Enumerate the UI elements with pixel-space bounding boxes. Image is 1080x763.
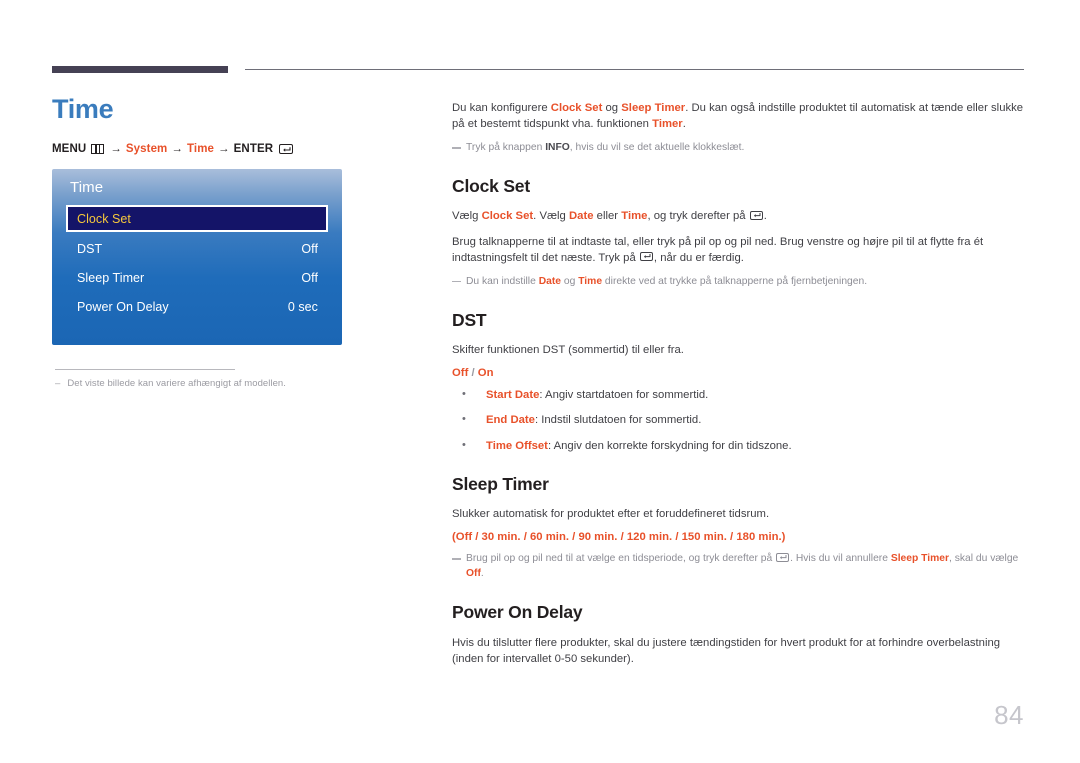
clock-set-p1-a: Vælg xyxy=(452,210,482,223)
page-number: 84 xyxy=(994,700,1024,730)
menu-path-arrow-1: → xyxy=(110,143,122,155)
left-note-text: Det viste billede kan variere afhængigt … xyxy=(67,378,286,389)
osd-row-sleep-timer[interactable]: Sleep Timer Off xyxy=(66,263,328,292)
intro-note-c: , hvis du vil se det aktuelle klokkeslæt… xyxy=(569,142,745,154)
intro-paragraph: Du kan konfigurere Clock Set og Sleep Ti… xyxy=(452,100,1024,132)
list-item: End Date: Indstil slutdatoen for sommert… xyxy=(452,412,1024,428)
clock-set-note-term-date: Date xyxy=(538,275,562,287)
dst-bullet-term-start-date: Start Date xyxy=(486,389,540,402)
menu-path-step-time: Time xyxy=(187,143,215,155)
menu-path-arrow-3: → xyxy=(218,143,230,155)
enter-key-icon xyxy=(279,144,294,154)
dst-options: Off / On xyxy=(452,367,1024,379)
enter-key-icon xyxy=(776,552,790,562)
menu-path-step-system: System xyxy=(125,143,168,155)
clock-set-term-clock-set: Clock Set xyxy=(481,210,534,223)
osd-value-power-on-delay: 0 sec xyxy=(287,299,318,314)
clock-set-p1-d: , og tryk derefter på xyxy=(647,210,749,223)
section-heading-power-on-delay: Power On Delay xyxy=(452,602,583,623)
osd-row-dst[interactable]: DST Off xyxy=(66,234,328,263)
intro-text-b: og xyxy=(602,102,622,114)
left-column: Time MENU → System → Time → ENTER Time C… xyxy=(52,96,352,389)
menu-path-menu-label: MENU xyxy=(52,143,87,155)
menu-path-breadcrumb: MENU → System → Time → ENTER xyxy=(52,143,352,155)
intro-term-timer: Timer xyxy=(652,118,683,131)
osd-row-clock-set[interactable]: Clock Set xyxy=(66,205,328,232)
intro-term-clock-set: Clock Set xyxy=(550,102,603,114)
dst-paragraph: Skifter funktionen DST (sommertid) til e… xyxy=(452,344,684,356)
osd-label-sleep-timer: Sleep Timer xyxy=(77,270,145,285)
dst-option-on: On xyxy=(477,367,494,380)
intro-text-a: Du kan konfigurere xyxy=(452,102,551,114)
sleep-timer-options: (Off / 30 min. / 60 min. / 90 min. / 120… xyxy=(452,531,786,544)
osd-value-dst: Off xyxy=(301,241,318,256)
enter-key-icon xyxy=(749,210,763,220)
clock-set-paragraph-2: Brug talknapperne til at indtaste tal, e… xyxy=(452,234,1024,266)
power-on-delay-paragraph: Hvis du tilslutter flere produkter, skal… xyxy=(452,636,1001,665)
osd-value-sleep-timer: Off xyxy=(301,270,318,285)
clock-set-p1-e: . xyxy=(763,210,767,223)
header-rule-thick xyxy=(52,66,228,73)
list-item: Start Date: Angiv startdatoen for sommer… xyxy=(452,387,1024,403)
section-heading-sleep-timer: Sleep Timer xyxy=(452,473,549,494)
left-note-divider xyxy=(55,369,235,370)
dst-bullet-term-time-offset: Time Offset xyxy=(486,439,548,452)
osd-panel: Time Clock Set DST Off Sleep Timer Off P… xyxy=(52,169,342,345)
enter-key-icon xyxy=(639,252,653,262)
intro-note: Tryk på knappen INFO, hvis du vil se det… xyxy=(452,141,1024,156)
page-header-rules xyxy=(52,66,1024,76)
dst-option-off: Off xyxy=(452,367,469,380)
dst-bullet-desc-end-date: : Indstil slutdatoen for sommertid. xyxy=(534,414,702,427)
sleep-timer-paragraph: Slukker automatisk for produktet efter e… xyxy=(452,508,770,521)
clock-set-note-c: direkte ved at trykke på talknapperne på… xyxy=(602,275,868,287)
menu-path-enter-label: ENTER xyxy=(233,143,274,155)
osd-row-power-on-delay[interactable]: Power On Delay 0 sec xyxy=(66,292,328,321)
intro-note-term-info: INFO xyxy=(545,142,570,154)
clock-set-note: Du kan indstille Date og Time direkte ve… xyxy=(452,275,1024,290)
sleep-timer-note-term: Sleep Timer xyxy=(890,553,950,565)
osd-label-power-on-delay: Power On Delay xyxy=(77,299,169,314)
clock-set-term-date: Date xyxy=(569,210,594,223)
section-heading-clock-set: Clock Set xyxy=(452,175,530,196)
left-note-dash: – xyxy=(55,378,61,389)
right-column: Du kan konfigurere Clock Set og Sleep Ti… xyxy=(452,100,1024,676)
clock-set-p2-b: , når du er færdig. xyxy=(653,251,744,264)
menu-path-arrow-2: → xyxy=(171,143,183,155)
sleep-timer-note-c: , skal du vælge xyxy=(949,553,1019,565)
sleep-timer-note-d: . xyxy=(480,568,484,580)
clock-set-note-a: Du kan indstille xyxy=(466,275,539,287)
dst-bullet-term-end-date: End Date xyxy=(486,414,535,427)
dst-bullet-desc-time-offset: : Angiv den korrekte forskydning for din… xyxy=(547,439,792,452)
intro-term-sleep-timer: Sleep Timer xyxy=(621,102,686,114)
clock-set-note-b: og xyxy=(561,275,579,287)
clock-set-term-time: Time xyxy=(621,210,648,223)
intro-text-d: . xyxy=(682,118,686,131)
clock-set-note-term-time: Time xyxy=(578,275,603,287)
osd-panel-title: Time xyxy=(70,179,104,196)
sleep-timer-note-a: Brug pil op og pil ned til at vælge en t… xyxy=(466,553,776,565)
left-note: – Det viste billede kan variere afhængig… xyxy=(52,378,352,389)
page-title: Time xyxy=(52,94,114,124)
sleep-timer-note: Brug pil op og pil ned til at vælge en t… xyxy=(452,552,1024,582)
list-item: Time Offset: Angiv den korrekte forskydn… xyxy=(452,438,1024,454)
section-heading-dst: DST xyxy=(452,309,487,330)
header-rule-thin xyxy=(245,69,1024,70)
clock-set-p1-b: . Vælg xyxy=(533,210,569,223)
sleep-timer-note-term-off: Off xyxy=(466,568,481,580)
clock-set-p1-c: eller xyxy=(593,210,622,223)
menu-grid-icon xyxy=(91,144,105,154)
sleep-timer-note-b: . Hvis du vil annullere xyxy=(790,553,891,565)
dst-option-separator: / xyxy=(468,367,478,380)
dst-bullet-list: Start Date: Angiv startdatoen for sommer… xyxy=(452,387,1024,454)
intro-note-a: Tryk på knappen xyxy=(466,142,546,154)
osd-label-clock-set: Clock Set xyxy=(77,211,131,226)
dst-bullet-desc-start-date: : Angiv startdatoen for sommertid. xyxy=(539,389,709,402)
osd-label-dst: DST xyxy=(77,241,103,256)
clock-set-paragraph-1: Vælg Clock Set. Vælg Date eller Time, og… xyxy=(452,208,1024,224)
